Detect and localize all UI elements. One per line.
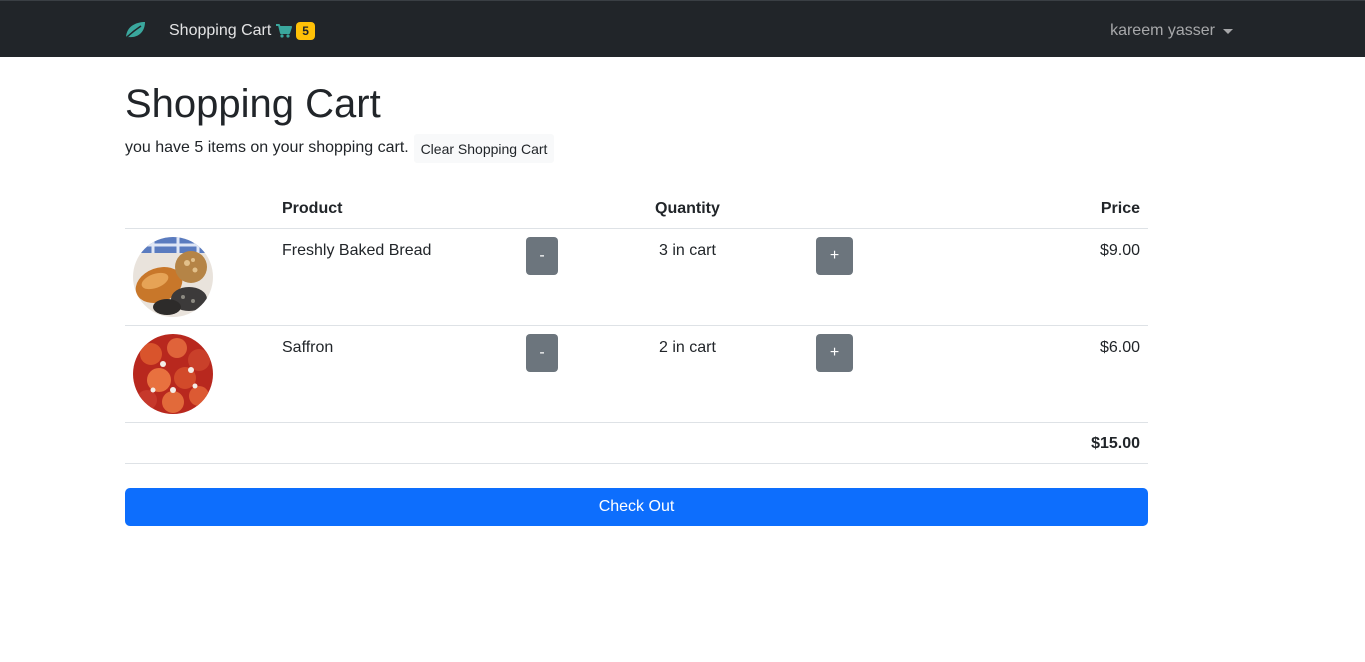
navbar: Shopping Cart 5 kareem yasser (0, 0, 1365, 57)
product-price: $9.00 (1099, 242, 1140, 259)
user-dropdown-toggle[interactable]: kareem yasser (1110, 20, 1233, 42)
shopping-cart-nav-label: Shopping Cart (169, 22, 272, 39)
cart-total: $15.00 (1091, 435, 1140, 452)
table-header-row: Product Quantity Price (125, 190, 1148, 229)
product-name: Freshly Baked Bread (282, 242, 432, 259)
increase-quantity-button[interactable]: + (816, 237, 853, 275)
page-title: Shopping Cart (125, 82, 381, 126)
cart-summary-text: you have 5 items on your shopping cart. (125, 139, 409, 156)
total-row: $15.00 (125, 423, 1148, 464)
clear-cart-button[interactable]: Clear Shopping Cart (414, 134, 554, 163)
cart-table: Product Quantity Price Freshly Baked Bre… (125, 190, 1148, 464)
user-name: kareem yasser (1110, 22, 1215, 39)
table-row: Saffron - 2 in cart + $6.00 (125, 326, 1148, 423)
quantity-column-header: Quantity (655, 200, 720, 217)
decrease-quantity-button[interactable]: - (526, 237, 558, 275)
product-column-header: Product (282, 200, 343, 217)
shopping-cart-icon (276, 24, 293, 38)
saffron-image (133, 334, 213, 414)
bread-image (133, 237, 213, 317)
quantity-text: 3 in cart (659, 242, 716, 259)
leaf-icon[interactable] (124, 20, 146, 40)
increase-quantity-button[interactable]: + (816, 334, 853, 372)
product-price: $6.00 (1099, 339, 1140, 356)
checkout-button[interactable]: Check Out (125, 488, 1148, 526)
product-name: Saffron (282, 339, 334, 356)
shopping-cart-nav-link[interactable]: Shopping Cart 5 (169, 20, 315, 42)
table-row: Freshly Baked Bread - 3 in cart + $9.00 (125, 229, 1148, 326)
quantity-text: 2 in cart (659, 339, 716, 356)
price-column-header: Price (1100, 200, 1140, 217)
cart-count-badge: 5 (296, 22, 315, 40)
caret-down-icon (1223, 28, 1233, 34)
decrease-quantity-button[interactable]: - (526, 334, 558, 372)
